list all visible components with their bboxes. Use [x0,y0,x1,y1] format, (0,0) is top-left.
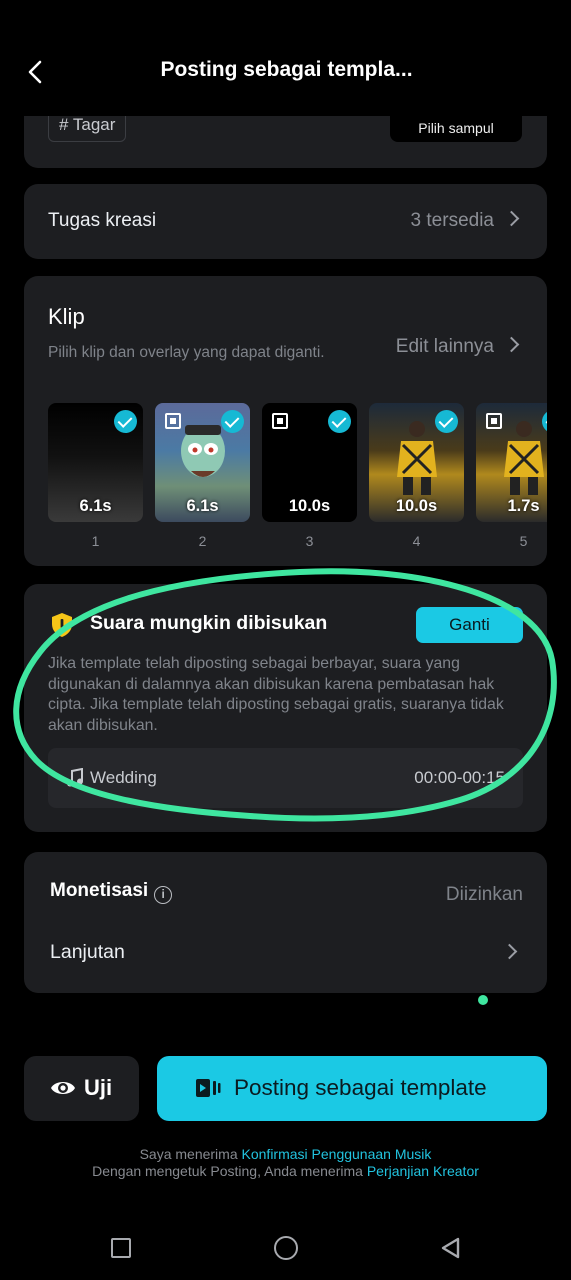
music-title: Wedding [90,768,157,787]
clip-list: 6.1s 1 6.1s 2 10.0s 3 10.0s 4 1.7s 5 [48,403,547,553]
advanced-row[interactable]: Lanjutan [50,941,125,964]
check-icon[interactable] [435,410,458,433]
creator-agreement-link[interactable]: Perjanjian Kreator [367,1163,479,1179]
template-video-icon [196,1079,221,1097]
music-row[interactable]: Wedding 00:00-00:15 [48,748,523,808]
clip-duration: 10.0s [288,497,331,515]
clip-duration: 6.1s [186,497,219,515]
check-icon[interactable] [328,410,351,433]
clip-thumbnail[interactable]: 10.0s [369,403,464,522]
system-nav-bar [0,1200,571,1280]
music-note-icon [67,768,83,787]
clip-number: 3 [305,533,314,549]
clip-thumbnail[interactable]: 1.7s [476,403,547,522]
monetization-card: Monetisasi i Diizinkan Lanjutan [24,852,547,993]
creation-tasks-count: 3 tersedia [410,210,494,231]
clips-card: Klip Pilih klip dan overlay yang dapat d… [24,276,547,566]
clips-title: Klip [48,304,85,329]
squidward-image [181,425,225,477]
monetization-title: Monetisasi i [50,880,173,904]
clip-number: 4 [412,533,421,549]
post-template-button[interactable]: Posting sebagai template [157,1056,547,1121]
advanced-chevron[interactable] [492,943,518,964]
creation-tasks-value: 3 tersedia [410,210,520,232]
clip-number: 5 [519,533,528,549]
terms-line-creator: Dengan mengetuk Posting, Anda menerima P… [0,1163,571,1180]
edit-more-label: Edit lainnya [395,336,494,357]
creation-tasks-label: Tugas kreasi [48,210,157,231]
recent-apps-icon[interactable] [111,1238,131,1258]
clip-duration: 10.0s [395,497,438,515]
monetization-status: Diizinkan [445,884,523,905]
monetization-label: Monetisasi [50,880,149,901]
replace-button[interactable]: Ganti [416,607,523,643]
overlay-icon [486,413,502,429]
clip-thumbnail[interactable]: 10.0s [262,403,357,522]
clip-number: 2 [198,533,207,549]
dancer-image [504,421,544,495]
shield-warning-icon [52,613,72,637]
test-button[interactable]: Uji [24,1056,139,1121]
terms-text: Saya menerima Konfirmasi Penggunaan Musi… [0,1146,571,1180]
annotation-dot [478,995,488,1005]
clip-duration: 6.1s [79,497,112,515]
post-template-label: Posting sebagai template [234,1075,487,1100]
home-icon[interactable] [274,1236,298,1260]
terms-prefix-1: Saya menerima [139,1146,242,1162]
check-icon[interactable] [114,410,137,433]
audio-warning-text: Jika template telah diposting sebagai be… [48,655,504,734]
clip-duration: 1.7s [507,497,540,515]
terms-line-music: Saya menerima Konfirmasi Penggunaan Musi… [0,1146,571,1163]
clip-thumbnail[interactable]: 6.1s [155,403,250,522]
terms-prefix-2: Dengan mengetuk Posting, Anda menerima [92,1163,367,1179]
test-label: Uji [84,1075,113,1100]
nav-back-icon[interactable] [440,1237,462,1259]
eye-icon [51,1082,75,1094]
chevron-right-icon [503,336,520,353]
edit-more-link[interactable]: Edit lainnya [395,336,520,358]
dancer-image [397,421,437,495]
info-icon[interactable]: i [154,886,173,904]
clip-number: 1 [91,533,100,549]
clip-thumbnail[interactable]: 6.1s [48,403,143,522]
music-time-range: 00:00-00:15 [414,768,505,787]
creation-tasks-row[interactable]: Tugas kreasi 3 tersedia [24,184,547,259]
audio-warning-card: Suara mungkin dibisukan Ganti Jika templ… [24,584,547,832]
music-confirmation-link[interactable]: Konfirmasi Penggunaan Musik [242,1146,432,1162]
chevron-right-icon [503,210,520,227]
clips-description: Pilih klip dan overlay yang dapat digant… [48,344,325,361]
overlay-icon [272,413,288,429]
overlay-icon [165,413,181,429]
header: Posting sebagai templa... [0,0,571,116]
check-icon[interactable] [221,410,244,433]
page-title: Posting sebagai templa... [160,58,413,81]
chevron-right-icon [501,943,518,960]
audio-warning-title: Suara mungkin dibisukan [90,612,328,634]
